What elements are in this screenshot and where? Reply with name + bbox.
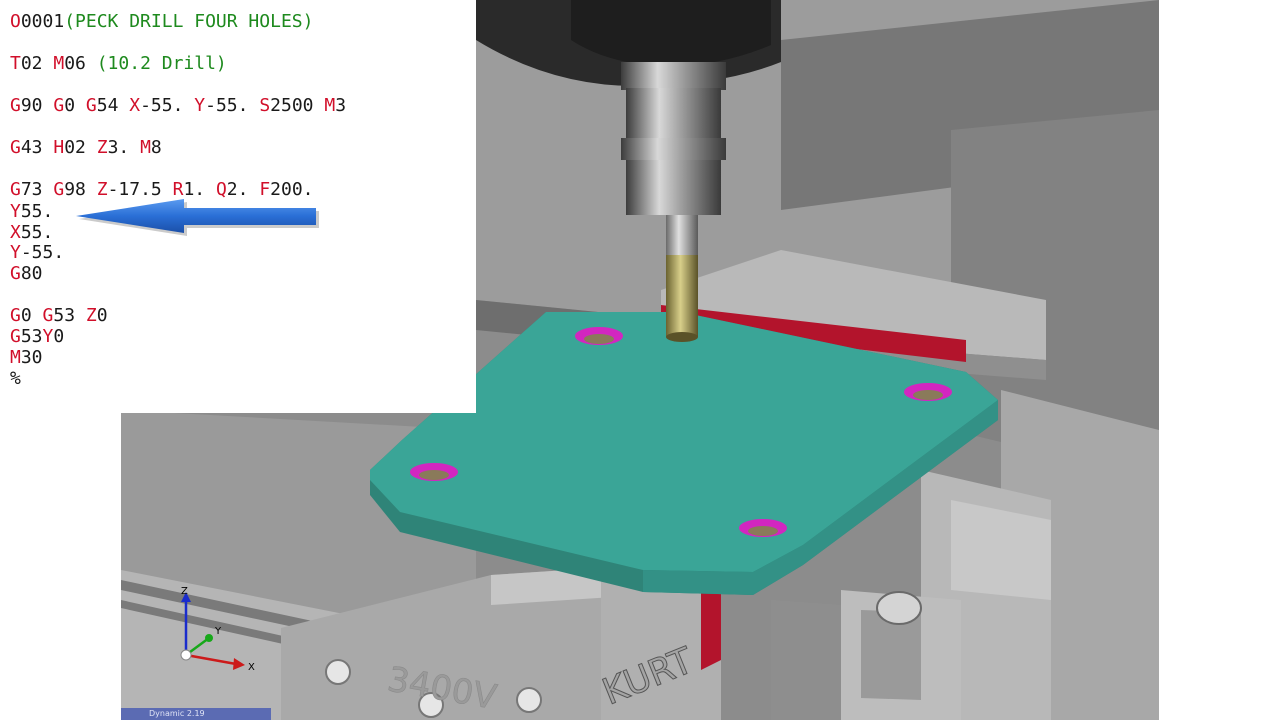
gcode-value: 0 <box>53 326 65 347</box>
gcode-value: 53 <box>20 326 43 347</box>
gcode-address-letter: G <box>10 137 21 158</box>
gcode-value: 8 <box>150 137 162 158</box>
gcode-address-letter: H <box>53 137 65 158</box>
gcode-address-letter: G <box>10 326 21 347</box>
gcode-line: G43 H02 Z3. M8 <box>10 138 162 158</box>
gcode-value: 55. <box>20 222 54 243</box>
gcode-address-letter: G <box>42 305 54 326</box>
gcode-address-letter: T <box>10 53 21 74</box>
gcode-line: % <box>10 369 21 389</box>
gcode-value: 30 <box>20 347 43 368</box>
gcode-value: 0001 <box>20 11 65 32</box>
gcode-line: Y-55. <box>10 243 64 263</box>
gcode-comment: (10.2 Drill) <box>96 53 227 74</box>
gcode-address-letter: G <box>53 95 65 116</box>
gcode-value: 55. <box>20 201 54 222</box>
gcode-value: 90 <box>20 95 54 116</box>
gcode-address-letter: M <box>10 347 21 368</box>
gcode-address-letter: X <box>129 95 141 116</box>
gcode-address-letter: G <box>10 179 21 200</box>
gcode-value: -55. <box>205 95 260 116</box>
gcode-address-letter: M <box>140 137 151 158</box>
gcode-line: G80 <box>10 264 43 284</box>
current-line-arrow-icon <box>76 199 319 236</box>
axis-z-label: Z <box>181 586 188 597</box>
gcode-value: 3. <box>107 137 141 158</box>
gcode-line: G0 G53 Z0 <box>10 306 108 326</box>
gcode-value: 02 <box>64 137 97 158</box>
gcode-value: 3 <box>335 95 347 116</box>
gcode-value: 43 <box>20 137 54 158</box>
gcode-line: X55. <box>10 223 53 243</box>
gcode-value: -55. <box>140 95 195 116</box>
gcode-address-letter: O <box>10 11 21 32</box>
gcode-address-letter: G <box>10 263 21 284</box>
gcode-value: 73 <box>20 179 54 200</box>
gcode-value: 54 <box>96 95 130 116</box>
gcode-value: 0 <box>96 305 108 326</box>
gcode-address-letter: G <box>10 305 21 326</box>
status-strip: Dynamic 2.19 <box>121 708 271 720</box>
gcode-address-letter: Y <box>42 326 54 347</box>
gcode-line: O0001(PECK DRILL FOUR HOLES) <box>10 12 313 32</box>
gcode-address-letter: M <box>53 53 65 74</box>
gcode-line: G90 G0 G54 X-55. Y-55. S2500 M3 <box>10 96 346 116</box>
gcode-address-letter: Z <box>96 137 108 158</box>
axis-x-label: X <box>248 662 255 673</box>
gcode-address-letter: G <box>53 179 65 200</box>
gcode-address-letter: Y <box>10 201 21 222</box>
gcode-comment: (PECK DRILL FOUR HOLES) <box>64 11 314 32</box>
gcode-value: % <box>10 368 21 389</box>
gcode-address-letter: S <box>259 95 271 116</box>
gcode-line: G53Y0 <box>10 327 64 347</box>
gcode-address-letter: Y <box>194 95 206 116</box>
axis-y-label: Y <box>214 626 222 637</box>
gcode-address-letter: Y <box>10 242 21 263</box>
gcode-address-letter: M <box>324 95 336 116</box>
gcode-value: -55. <box>20 242 65 263</box>
gcode-address-letter: G <box>10 95 21 116</box>
gcode-value: 0 <box>64 95 86 116</box>
gcode-line: Y55. <box>10 202 53 222</box>
gcode-line: T02 M06 (10.2 Drill) <box>10 54 227 74</box>
gcode-value: 80 <box>20 263 43 284</box>
gcode-address-letter: G <box>85 95 97 116</box>
gcode-value: 2500 <box>270 95 325 116</box>
gcode-value: 02 <box>20 53 54 74</box>
gcode-value: 0 <box>20 305 43 326</box>
gcode-address-letter: X <box>10 222 21 243</box>
gcode-line: M30 <box>10 348 43 368</box>
gcode-value: 53 <box>53 305 86 326</box>
gcode-value: 06 <box>64 53 97 74</box>
gcode-address-letter: Z <box>85 305 97 326</box>
